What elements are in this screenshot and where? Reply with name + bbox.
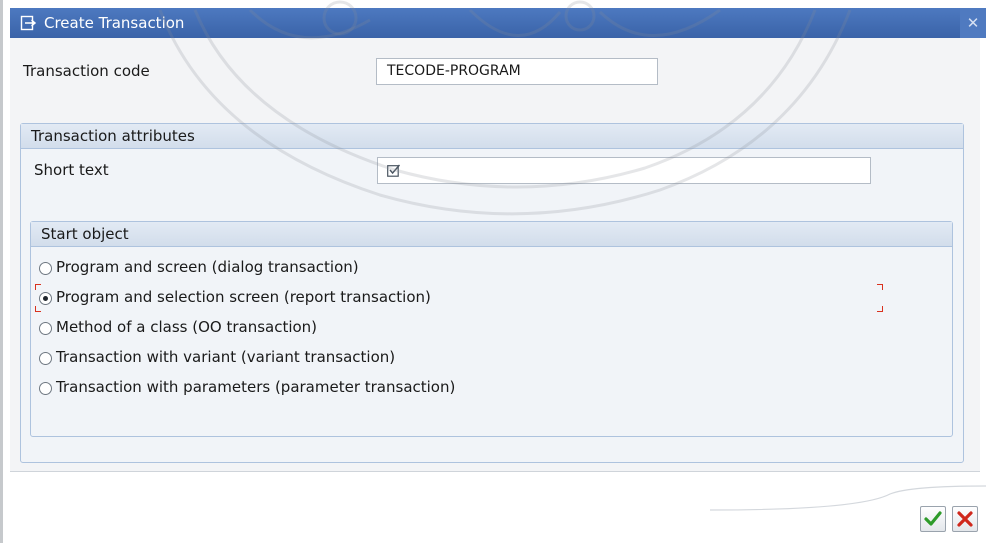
transaction-attributes-title: Transaction attributes [31,127,195,145]
radio-label-parameter: Transaction with parameters (parameter t… [56,378,456,396]
create-transaction-icon [20,15,36,31]
check-entry-icon [387,164,401,177]
radio-label-oo: Method of a class (OO transaction) [56,318,318,336]
start-object-group: Start object Program and screen (dialog … [30,221,953,437]
focus-bracket-top-right [877,284,883,290]
short-text-field[interactable] [377,157,871,184]
radio-button-oo[interactable] [39,322,52,335]
radio-button-report[interactable] [39,292,52,305]
transaction-attributes-header: Transaction attributes [21,124,963,149]
transaction-code-field[interactable]: TECODE-PROGRAM [376,58,658,85]
radio-label-variant: Transaction with variant (variant transa… [56,348,396,366]
dialog-titlebar: Create Transaction ✕ [10,8,986,38]
close-icon: ✕ [966,14,980,32]
transaction-code-label: Transaction code [23,62,150,80]
transaction-code-value: TECODE-PROGRAM [387,63,521,79]
radio-button-parameter[interactable] [39,382,52,395]
transaction-attributes-group: Transaction attributes Short text Start … [20,123,964,463]
start-object-title: Start object [41,225,129,243]
cancel-button[interactable] [952,506,978,532]
focus-bracket-top-left [35,284,41,290]
short-text-label: Short text [34,161,109,179]
check-icon [924,511,942,526]
dialog-title: Create Transaction [44,14,185,32]
close-button[interactable]: ✕ [960,8,986,38]
radio-button-variant[interactable] [39,352,52,365]
radio-label-report: Program and selection screen (report tra… [56,288,431,306]
dialog-content: Transaction code TECODE-PROGRAM Transact… [10,38,980,472]
page-edge [0,0,3,543]
radio-label-dialog: Program and screen (dialog transaction) [56,258,359,276]
cross-icon [957,511,973,527]
confirm-button[interactable] [920,506,946,532]
start-object-header: Start object [31,222,952,247]
focus-bracket-bottom-right [877,306,883,312]
radio-button-dialog[interactable] [39,262,52,275]
dialog-footer [10,472,986,543]
focus-bracket-bottom-left [35,306,41,312]
